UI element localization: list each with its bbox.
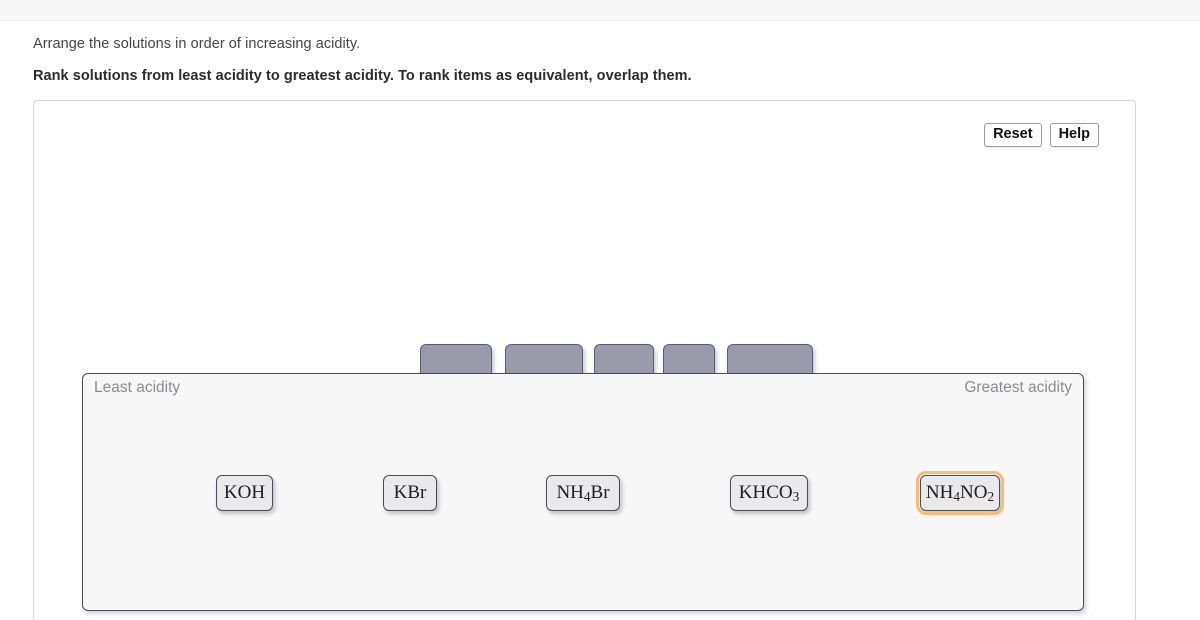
rank-tile-nh4no2[interactable]: NH4NO2	[916, 471, 1004, 515]
page-root: Arrange the solutions in order of increa…	[0, 0, 1200, 620]
exercise-panel: Reset Help Least acidity Greatest acidit…	[33, 100, 1136, 620]
tile-formula: KBr	[393, 482, 427, 503]
tile-formula: NH4NO2	[925, 482, 995, 504]
least-acidity-label: Least acidity	[94, 379, 181, 396]
rank-tile-khco3[interactable]: KHCO3	[730, 475, 808, 511]
top-strip	[0, 0, 1200, 21]
rank-tile-koh[interactable]: KOH	[216, 475, 273, 511]
reset-button[interactable]: Reset	[984, 123, 1042, 147]
tile-formula: KOH	[223, 482, 266, 503]
rank-tile-nh4br[interactable]: NH4Br	[546, 475, 620, 511]
tile-formula: KHCO3	[738, 482, 800, 504]
greatest-acidity-label: Greatest acidity	[964, 379, 1072, 396]
prompt-instruction: Arrange the solutions in order of increa…	[33, 36, 361, 52]
toolbar: Reset Help	[984, 123, 1099, 147]
help-button[interactable]: Help	[1049, 123, 1099, 147]
rank-tile-kbr[interactable]: KBr	[383, 475, 437, 511]
prompt-task: Rank solutions from least acidity to gre…	[33, 68, 692, 84]
tile-formula: NH4Br	[556, 482, 610, 504]
